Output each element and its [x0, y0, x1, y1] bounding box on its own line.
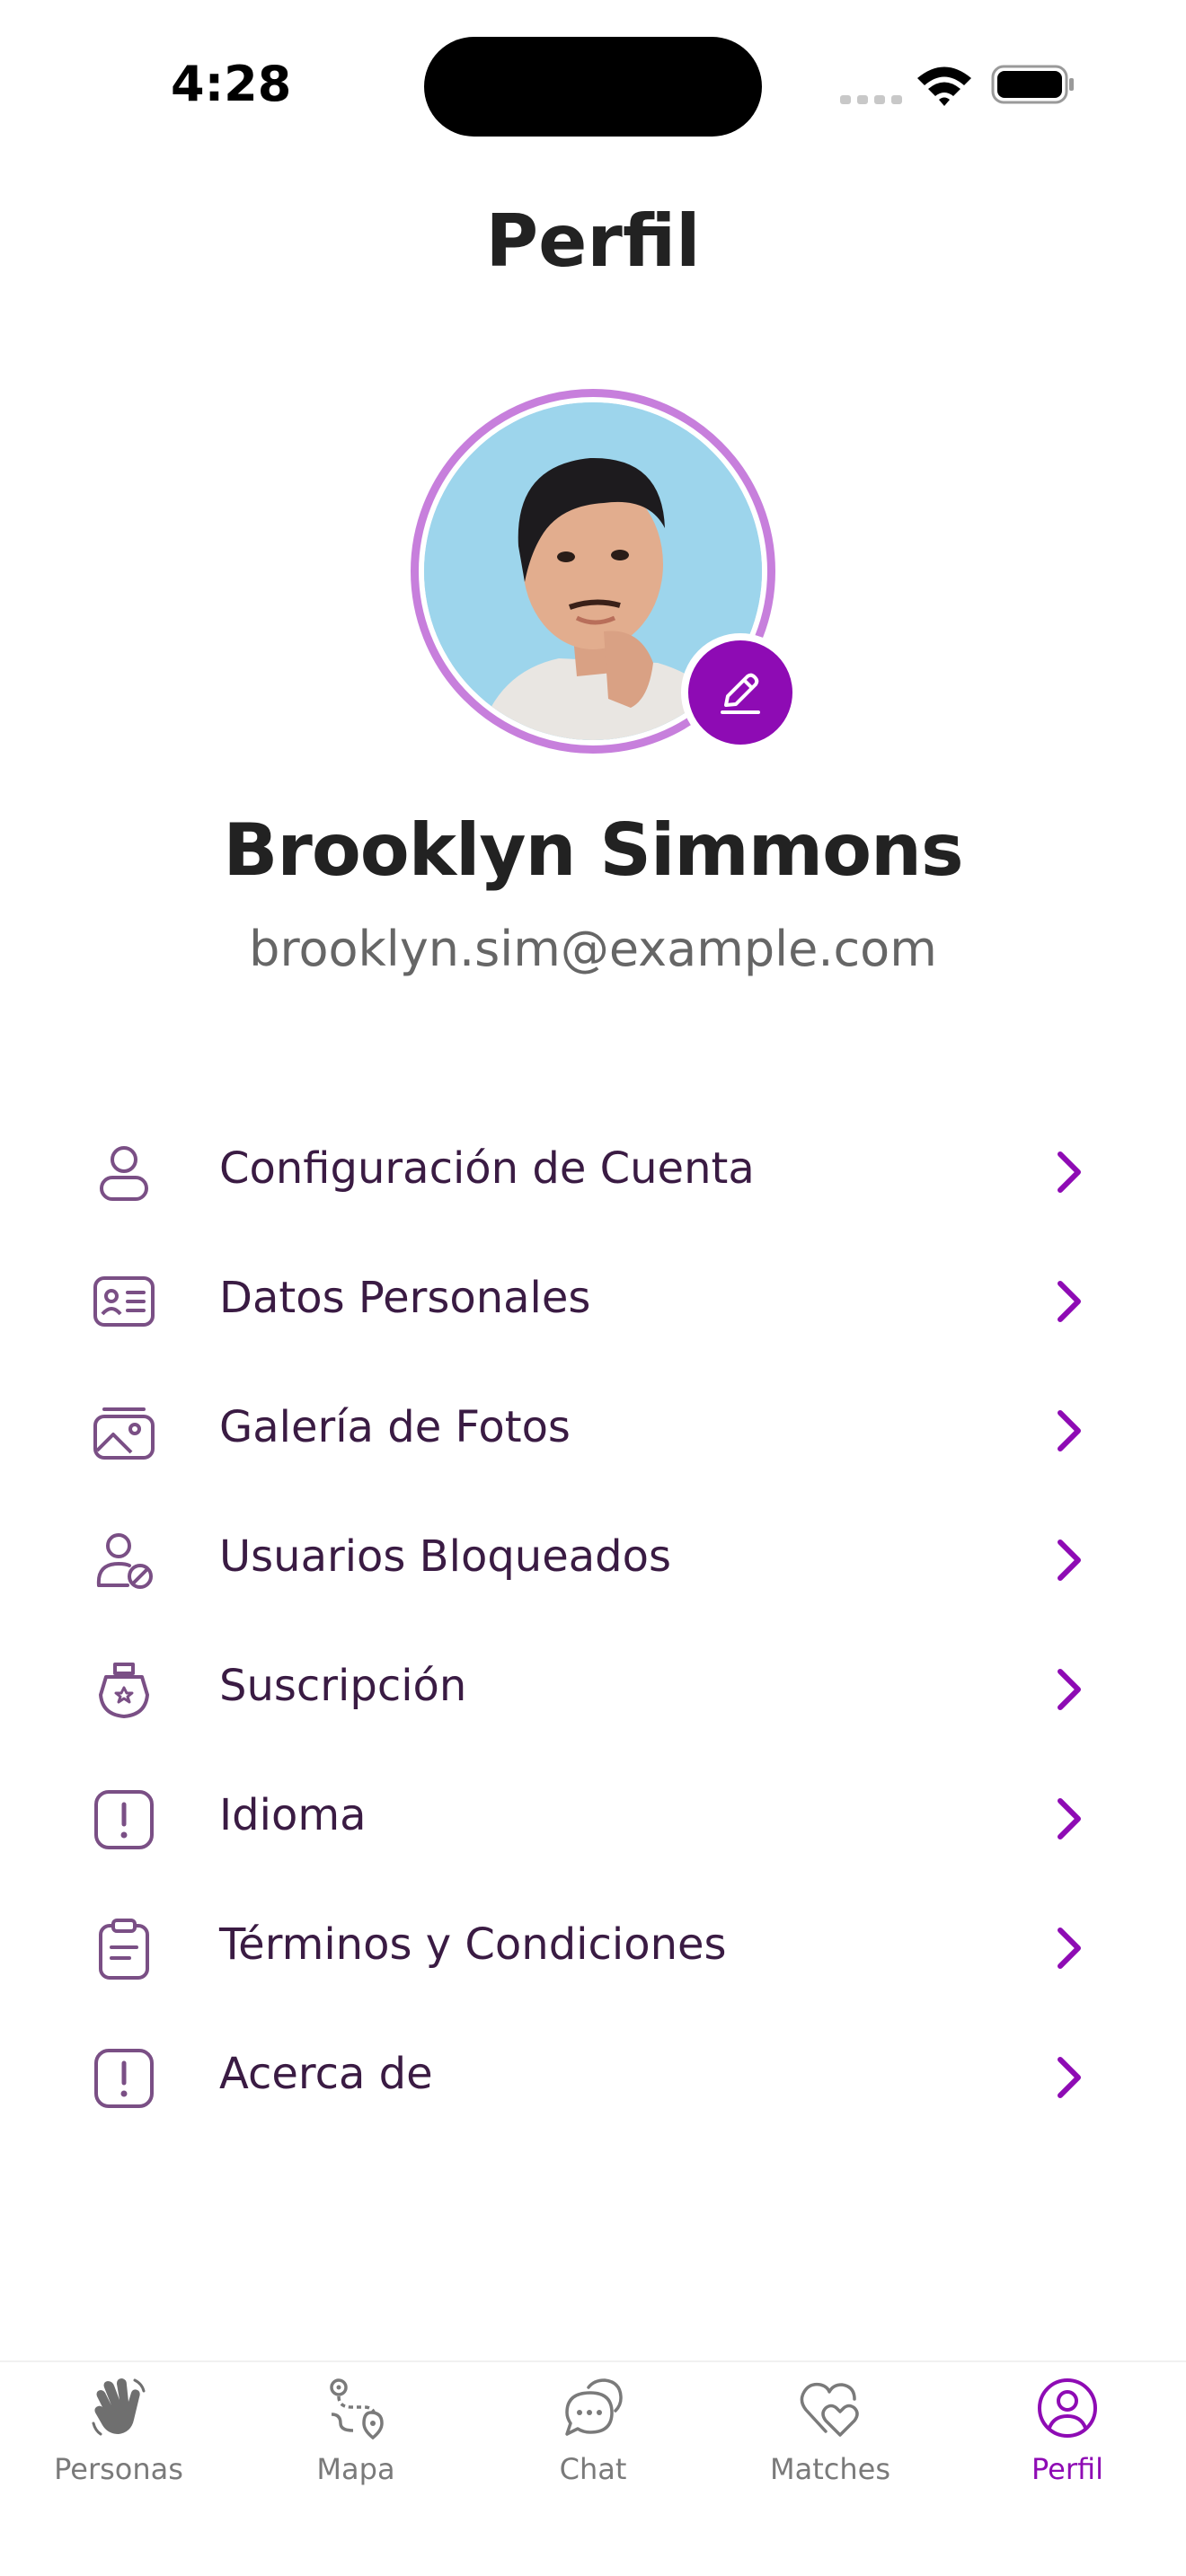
cellular-signal-icon — [840, 95, 902, 104]
menu-item-terms[interactable]: Términos y Condiciones — [0, 1883, 1186, 2013]
chevron-right-icon — [1058, 2057, 1081, 2098]
nav-label: Mapa — [316, 2452, 395, 2486]
nav-label: Chat — [559, 2452, 627, 2486]
nav-item-chat[interactable]: Chat — [474, 2362, 712, 2576]
menu-item-personal-data[interactable]: Datos Personales — [0, 1237, 1186, 1366]
menu-item-label: Suscripción — [219, 1661, 467, 1711]
chevron-right-icon — [1058, 1539, 1081, 1581]
battery-icon — [991, 65, 1074, 104]
menu-item-label: Datos Personales — [219, 1273, 591, 1323]
menu-item-label: Acerca de — [219, 2049, 433, 2099]
nav-label: Personas — [54, 2452, 183, 2486]
profile-icon — [1036, 2375, 1099, 2441]
chevron-right-icon — [1058, 1669, 1081, 1710]
chevron-right-icon — [1058, 1798, 1081, 1839]
profile-menu: Configuración de Cuenta Datos Personales — [0, 1107, 1186, 2142]
chevron-right-icon — [1058, 1151, 1081, 1193]
status-bar: 4:28 — [0, 0, 1186, 171]
chat-icon — [562, 2375, 624, 2441]
clipboard-icon — [88, 1918, 160, 1981]
gallery-icon — [88, 1400, 160, 1463]
menu-item-label: Usuarios Bloqueados — [219, 1531, 671, 1582]
user-icon — [88, 1142, 160, 1204]
user-email: brooklyn.sim@example.com — [249, 921, 937, 977]
hearts-icon — [799, 2375, 862, 2441]
menu-item-blocked-users[interactable]: Usuarios Bloqueados — [0, 1495, 1186, 1625]
menu-item-label: Galería de Fotos — [219, 1402, 571, 1452]
nav-item-personas[interactable]: Personas — [0, 2362, 237, 2576]
nav-label: Perfil — [1031, 2452, 1104, 2486]
menu-item-label: Idioma — [219, 1790, 367, 1840]
menu-item-photo-gallery[interactable]: Galería de Fotos — [0, 1366, 1186, 1495]
dynamic-island — [424, 37, 762, 137]
nav-item-matches[interactable]: Matches — [712, 2362, 949, 2576]
page-title: Perfil — [485, 199, 701, 283]
subscription-icon — [88, 1659, 160, 1722]
wifi-icon — [917, 66, 971, 106]
user-name: Brooklyn Simmons — [223, 808, 963, 892]
menu-item-subscription[interactable]: Suscripción — [0, 1625, 1186, 1754]
status-time: 4:28 — [171, 56, 292, 112]
id-card-icon — [88, 1271, 160, 1334]
nav-item-perfil[interactable]: Perfil — [949, 2362, 1186, 2576]
nav-label: Matches — [770, 2452, 890, 2486]
menu-item-account-settings[interactable]: Configuración de Cuenta — [0, 1107, 1186, 1237]
menu-item-label: Configuración de Cuenta — [219, 1143, 755, 1194]
profile-screen: 4:28 Perfil Brooklyn Simmons brooklyn.si… — [0, 0, 1186, 2576]
nav-item-mapa[interactable]: Mapa — [237, 2362, 474, 2576]
alert-icon — [88, 1788, 160, 1851]
pencil-icon — [721, 673, 760, 714]
menu-item-language[interactable]: Idioma — [0, 1754, 1186, 1883]
user-blocked-icon — [88, 1530, 160, 1592]
edit-avatar-button[interactable] — [681, 633, 800, 752]
chevron-right-icon — [1058, 1928, 1081, 1969]
menu-item-label: Términos y Condiciones — [219, 1919, 727, 1970]
chevron-right-icon — [1058, 1410, 1081, 1451]
chevron-right-icon — [1058, 1281, 1081, 1322]
route-icon — [324, 2375, 387, 2441]
alert-icon — [88, 2047, 160, 2110]
bottom-nav: Personas Mapa Chat Matches Perfil — [0, 2360, 1186, 2576]
menu-item-about[interactable]: Acerca de — [0, 2013, 1186, 2142]
wave-hand-icon — [87, 2375, 150, 2441]
